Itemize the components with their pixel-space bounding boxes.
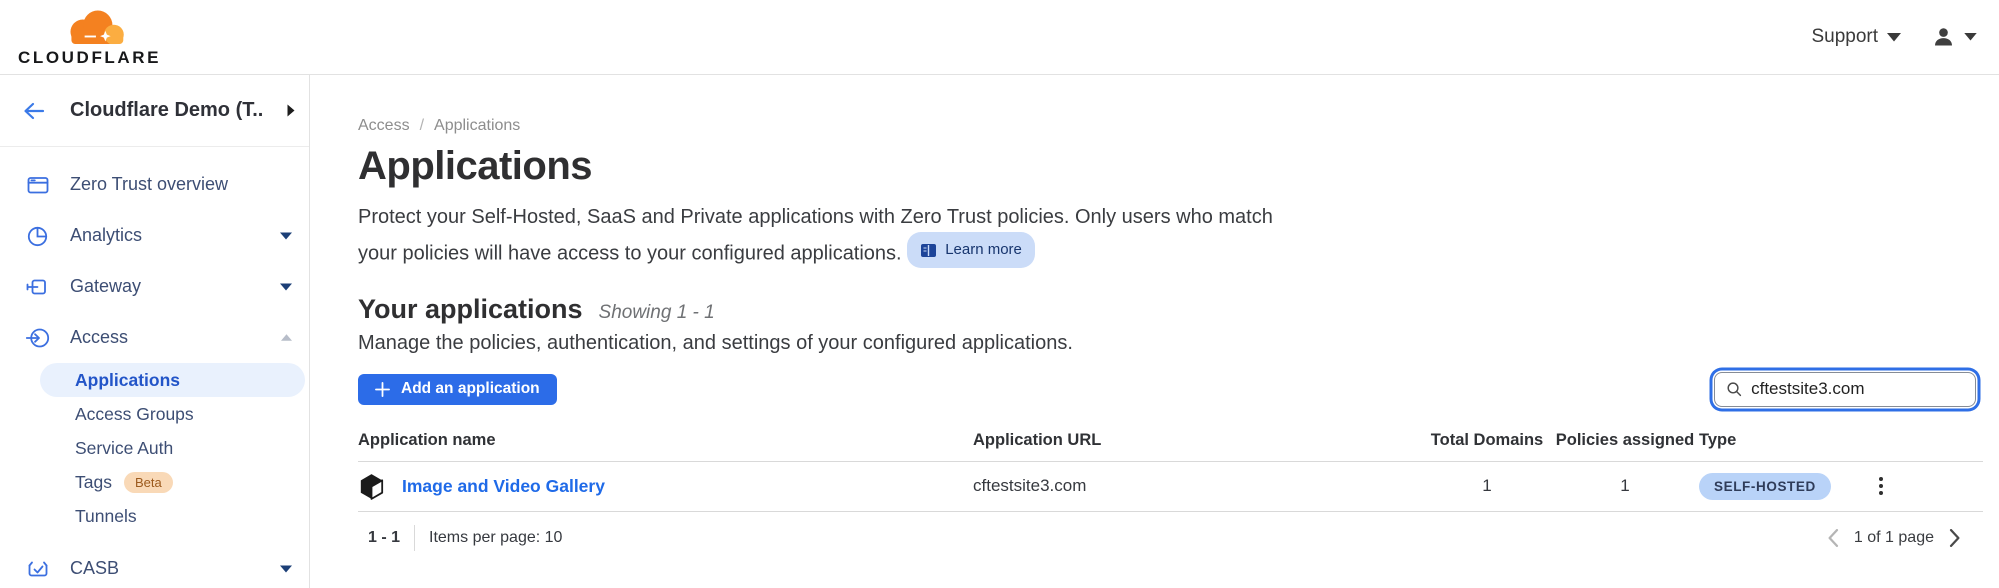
table-row: Image and Video Gallery cftestsite3.com … — [358, 462, 1983, 512]
table-header: Application name Application URL Total D… — [358, 431, 1983, 462]
sidebar-item-applications[interactable]: Applications — [40, 363, 305, 397]
breadcrumb-access[interactable]: Access — [358, 117, 410, 135]
topbar-actions: Support — [1811, 25, 1977, 49]
sidebar-item-service-auth[interactable]: Service Auth — [0, 431, 309, 465]
book-icon — [920, 243, 937, 258]
sidebar-item-label: Applications — [75, 370, 180, 391]
breadcrumb-applications: Applications — [434, 117, 520, 135]
learn-more-label: Learn more — [945, 235, 1022, 265]
chevron-down-icon — [280, 283, 292, 291]
login-arrow-icon — [26, 326, 50, 350]
window-icon — [26, 173, 50, 197]
cloudflare-logo[interactable]: CLOUDFLARE — [18, 8, 161, 66]
sidebar-item-access-groups[interactable]: Access Groups — [0, 397, 309, 431]
top-bar: CLOUDFLARE Support — [0, 0, 1999, 75]
box-check-icon — [26, 557, 50, 581]
page-title: Applications — [358, 144, 1983, 189]
sidebar-item-access[interactable]: Access — [0, 312, 309, 363]
cloudflare-cloud-icon — [62, 8, 128, 48]
search-input[interactable] — [1751, 379, 1965, 399]
support-menu[interactable]: Support — [1811, 26, 1901, 48]
page-status: 1 of 1 page — [1854, 529, 1934, 547]
logo-wordmark: CLOUDFLARE — [18, 49, 161, 66]
page-description: Protect your Self-Hosted, SaaS and Priva… — [358, 202, 1283, 269]
user-icon — [1931, 25, 1956, 49]
sidebar-item-zero-trust-overview[interactable]: Zero Trust overview — [0, 159, 309, 210]
gateway-icon — [26, 275, 50, 299]
col-total-domains: Total Domains — [1423, 431, 1551, 450]
expand-right-icon[interactable] — [287, 104, 295, 117]
account-name: Cloudflare Demo (T... — [70, 99, 263, 122]
search-box — [1714, 372, 1976, 407]
sidebar-item-casb[interactable]: CASB — [0, 543, 309, 588]
sidebar-item-tunnels[interactable]: Tunnels — [0, 499, 309, 533]
sidebar-item-label: Access Groups — [75, 404, 194, 425]
breadcrumb: Access / Applications — [358, 117, 1983, 135]
support-label: Support — [1811, 26, 1878, 48]
section-heading: Your applications — [358, 294, 583, 325]
user-menu[interactable] — [1931, 25, 1977, 49]
add-application-label: Add an application — [401, 380, 540, 398]
sidebar: Cloudflare Demo (T... Zero Trust overvie… — [0, 75, 310, 588]
sidebar-item-gateway[interactable]: Gateway — [0, 261, 309, 312]
sidebar-item-tags[interactable]: Tags Beta — [0, 465, 309, 499]
application-url: cftestsite3.com — [973, 476, 1423, 496]
sidebar-item-label: CASB — [70, 558, 260, 579]
sidebar-item-label: Zero Trust overview — [70, 174, 292, 195]
cube-icon — [358, 472, 385, 501]
table-footer: 1 - 1 Items per page: 10 1 of 1 page — [358, 525, 1983, 551]
account-switcher: Cloudflare Demo (T... — [0, 75, 309, 147]
footer-divider — [414, 525, 415, 551]
sidebar-item-label: Analytics — [70, 225, 260, 246]
items-range: 1 - 1 — [368, 529, 400, 547]
pie-chart-icon — [26, 224, 50, 248]
policies-assigned-value: 1 — [1551, 476, 1699, 496]
total-domains-value: 1 — [1423, 476, 1551, 496]
showing-count: Showing 1 - 1 — [599, 302, 715, 324]
col-type: Type — [1699, 431, 1871, 450]
breadcrumb-separator: / — [420, 117, 424, 135]
items-per-page: Items per page: 10 — [429, 529, 562, 547]
chevron-down-icon — [280, 565, 292, 573]
sidebar-item-label: Tags — [75, 472, 112, 493]
search-icon — [1726, 380, 1742, 398]
learn-more-badge[interactable]: Learn more — [907, 232, 1035, 268]
applications-table: Application name Application URL Total D… — [358, 431, 1983, 551]
chevron-down-icon — [1887, 33, 1901, 42]
chevron-up-icon — [281, 334, 292, 341]
chevron-down-icon — [1964, 33, 1977, 41]
col-application-name: Application name — [358, 431, 973, 450]
toolbar: Add an application — [358, 372, 1983, 407]
back-arrow-icon[interactable] — [22, 100, 46, 122]
chevron-down-icon — [280, 232, 292, 240]
type-badge: SELF-HOSTED — [1699, 473, 1831, 500]
main-content: Access / Applications Applications Prote… — [310, 75, 1999, 588]
application-link[interactable]: Image and Video Gallery — [402, 476, 605, 497]
sidebar-item-label: Gateway — [70, 276, 260, 297]
next-page-button[interactable] — [1949, 529, 1961, 547]
row-actions-menu[interactable] — [1871, 477, 1891, 495]
sidebar-item-analytics[interactable]: Analytics — [0, 210, 309, 261]
sidebar-item-label: Service Auth — [75, 438, 173, 459]
col-policies-assigned: Policies assigned — [1551, 431, 1699, 450]
col-application-url: Application URL — [973, 431, 1423, 450]
sidebar-item-label: Access — [70, 327, 261, 348]
sidebar-nav: Zero Trust overview Analytics — [0, 147, 309, 588]
section-subheading: Manage the policies, authentication, and… — [358, 332, 1983, 355]
plus-icon — [375, 382, 390, 397]
add-application-button[interactable]: Add an application — [358, 374, 557, 405]
sidebar-item-label: Tunnels — [75, 506, 137, 527]
beta-badge: Beta — [124, 472, 173, 493]
previous-page-button[interactable] — [1827, 529, 1839, 547]
page-description-text: Protect your Self-Hosted, SaaS and Priva… — [358, 206, 1273, 265]
